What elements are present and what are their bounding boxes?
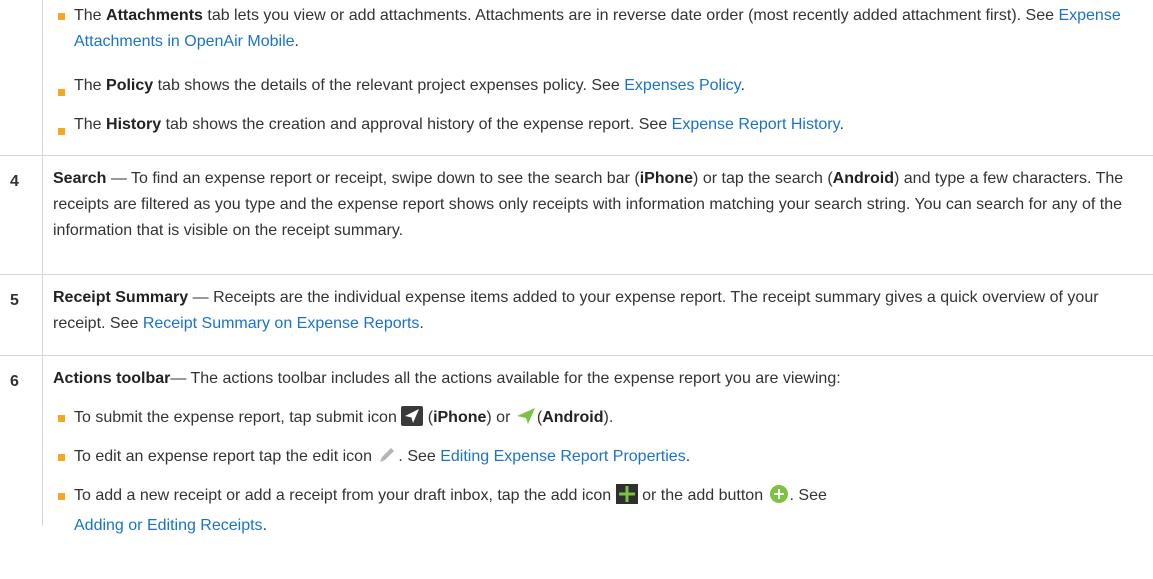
- list-item-add: To add a new receipt or add a receipt fr…: [74, 483, 1143, 539]
- row-number: 6: [10, 373, 19, 390]
- row-content-actions-toolbar: Actions toolbar— The actions toolbar inc…: [53, 370, 841, 387]
- bullet-marker: [58, 89, 65, 96]
- column-divider: [42, 275, 43, 355]
- list-item-edit: To edit an expense report tap the edit i…: [74, 444, 1143, 474]
- add-button-icon: [768, 484, 790, 513]
- bullet-marker: [58, 493, 65, 500]
- link-editing-expense-report[interactable]: Editing Expense Report Properties: [440, 448, 685, 465]
- table-row: 6 Actions toolbar— The actions toolbar i…: [0, 355, 1153, 534]
- submit-iphone-icon: [401, 406, 424, 435]
- column-divider: [42, 356, 43, 526]
- link-expenses-policy[interactable]: Expenses Policy: [624, 77, 740, 94]
- doc-table: The Attachments tab lets you view or add…: [0, 0, 1153, 534]
- bullet-marker: [58, 454, 65, 461]
- list-item-history: The History tab shows the creation and a…: [74, 116, 844, 133]
- row-number: 4: [10, 173, 19, 190]
- edit-icon: [376, 445, 398, 474]
- list-item-submit: To submit the expense report, tap submit…: [74, 405, 1143, 435]
- list-item-attachments: The Attachments tab lets you view or add…: [74, 7, 1121, 50]
- add-icon: [615, 484, 638, 513]
- row-content-receipt-summary: Receipt Summary — Receipts are the indiv…: [53, 289, 1099, 332]
- link-expense-report-history[interactable]: Expense Report History: [672, 116, 840, 133]
- bullet-marker: [58, 13, 65, 20]
- column-divider: [42, 156, 43, 274]
- bullet-marker: [58, 128, 65, 135]
- row-number: 5: [10, 292, 19, 309]
- table-row: 5 Receipt Summary — Receipts are the ind…: [0, 274, 1153, 355]
- link-receipt-summary[interactable]: Receipt Summary on Expense Reports: [143, 315, 420, 332]
- table-row: 4 Search — To find an expense report or …: [0, 155, 1153, 274]
- link-adding-editing-receipts[interactable]: Adding or Editing Receipts: [74, 517, 263, 534]
- row-content-search: Search — To find an expense report or re…: [53, 170, 1124, 239]
- submit-android-icon: [515, 406, 537, 435]
- list-item-policy: The Policy tab shows the details of the …: [74, 77, 745, 94]
- bullet-marker: [58, 415, 65, 422]
